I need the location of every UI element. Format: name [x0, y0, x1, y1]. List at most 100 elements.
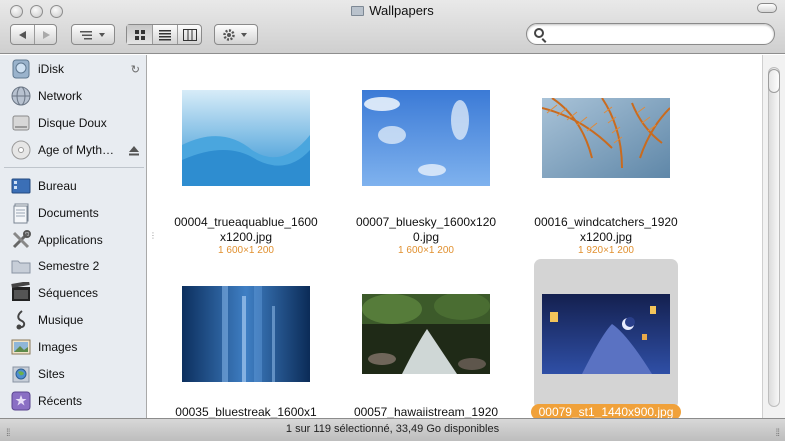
back-button[interactable] — [11, 25, 34, 44]
sidebar-item-label: Images — [38, 340, 78, 354]
splitter-grip-icon: ⋮ — [149, 231, 157, 240]
music-icon — [16, 310, 26, 330]
folder-icon — [11, 260, 31, 274]
file-name-line: x1200.jpg — [579, 230, 633, 244]
vertical-scrollbar[interactable] — [762, 55, 785, 418]
sync-icon[interactable]: ↻ — [131, 63, 140, 76]
toolbar-toggle-button[interactable] — [757, 3, 777, 13]
thumbnail-frame — [341, 259, 511, 409]
file-name: 00007_bluesky_1600x120 0.jpg — [341, 215, 511, 245]
sidebar-item-label: Musique — [38, 313, 84, 327]
idisk-icon — [12, 59, 30, 79]
arrange-lines-icon — [80, 30, 105, 39]
movies-icon — [11, 282, 30, 301]
status-bar: ⁞⁞ 1 sur 119 sélectionné, 33,49 Go dispo… — [0, 418, 785, 441]
search-icon — [534, 28, 544, 38]
file-icon-grid: 00004_trueaquablue_1600 x1200.jpg 1 600×… — [157, 55, 762, 418]
sidebar-item-label: Semestre 2 — [38, 259, 100, 273]
sidebar-item-documents[interactable]: Documents — [0, 201, 146, 225]
window-titlebar: Wallpapers — [0, 0, 785, 54]
column-view-icon — [182, 28, 197, 41]
file-name: 00016_windcatchers_1920 x1200.jpg — [521, 215, 691, 245]
search-field[interactable] — [526, 23, 775, 45]
forward-button[interactable] — [34, 25, 56, 44]
forward-arrow-icon — [42, 30, 50, 39]
gear-icon — [223, 28, 247, 41]
sidebar-item-sequences[interactable]: Séquences — [0, 281, 146, 305]
sidebar-splitter[interactable]: ⋮ — [147, 55, 157, 418]
sidebar-item-label: Disque Doux — [38, 116, 107, 130]
sidebar-divider — [4, 167, 144, 168]
window-title: Wallpapers — [369, 3, 434, 18]
file-name-line: x1200.jpg — [219, 230, 273, 244]
arrange-button[interactable] — [71, 24, 115, 45]
file-name: 00004_trueaquablue_1600 x1200.jpg — [161, 215, 331, 245]
sidebar-item-label: Bureau — [38, 179, 77, 193]
sidebar-item-recents[interactable]: Récents — [0, 389, 146, 413]
pictures-icon — [11, 339, 31, 355]
sidebar-item-idisk[interactable]: iDisk ↻ — [0, 57, 146, 81]
sidebar-item-label: Séquences — [38, 286, 99, 300]
wallpaper-thumbnail — [182, 286, 310, 382]
sidebar-item-disque-doux[interactable]: Disque Doux — [0, 111, 146, 135]
desktop-icon — [11, 178, 31, 194]
view-mode-control — [126, 24, 202, 45]
sidebar-item-network[interactable]: Network — [0, 84, 146, 108]
sites-icon — [12, 366, 30, 383]
cd-disc-icon — [11, 140, 31, 160]
list-view-button[interactable] — [152, 25, 177, 44]
image-dimensions: 1 920×1 200 — [578, 245, 634, 256]
sidebar-item-bureau[interactable]: Bureau — [0, 174, 146, 198]
sidebar-item-sites[interactable]: Sites — [0, 362, 146, 386]
sidebar-item-label: Network — [38, 89, 83, 103]
file-name: 00035_bluestreak_1600x1 — [161, 405, 331, 418]
file-name-line: 00035_bluestreak_1600x1 — [175, 405, 317, 418]
list-view-icon — [159, 29, 171, 40]
sidebar: iDisk ↻ Network Disque Doux Age of Myth… — [0, 55, 147, 418]
sidebar-item-label: Age of Myth… — [38, 143, 115, 157]
applications-icon — [12, 230, 31, 249]
sidebar-item-label: Sites — [38, 367, 65, 381]
scroll-track[interactable] — [768, 67, 780, 407]
file-name-line: 00057_hawaiistream_1920 — [353, 405, 499, 418]
thumbnail-frame — [161, 63, 331, 213]
sidebar-item-label: Documents — [38, 206, 99, 220]
recents-icon — [11, 391, 31, 411]
back-arrow-icon — [18, 30, 26, 39]
back-forward-control — [10, 24, 57, 45]
icon-view-button[interactable] — [127, 25, 152, 44]
window-title-area: Wallpapers — [0, 3, 785, 18]
sidebar-item-applications[interactable]: Applications — [0, 228, 146, 252]
wallpaper-thumbnail — [362, 294, 490, 374]
icon-view-icon — [134, 29, 145, 40]
wallpaper-thumbnail — [542, 294, 670, 374]
network-globe-icon — [11, 86, 31, 106]
hard-disk-icon — [12, 115, 30, 131]
file-name-line: 00007_bluesky_1600x120 — [355, 215, 497, 229]
window-resize-grip-icon[interactable]: ⁞⁞ — [775, 424, 779, 441]
wallpaper-thumbnail — [542, 98, 670, 178]
image-dimensions: 1 600×1 200 — [218, 245, 274, 256]
column-view-button[interactable] — [177, 25, 201, 44]
file-name-label-selected: 00079_st1_1440x900.jpg — [530, 404, 682, 418]
eject-icon[interactable] — [128, 145, 140, 156]
sidebar-item-images[interactable]: Images — [0, 335, 146, 359]
documents-icon — [13, 203, 29, 224]
action-button[interactable] — [214, 24, 258, 45]
image-dimensions: 1 600×1 200 — [398, 245, 454, 256]
file-name: 00079_st1_1440x900.jpg — [521, 404, 691, 418]
file-name: 00057_hawaiistream_1920 — [341, 405, 511, 418]
file-name-line: 0.jpg — [412, 230, 440, 244]
resize-grip-icon: ⁞⁞ — [6, 428, 10, 439]
file-name-line: 00016_windcatchers_1920 — [534, 215, 678, 229]
thumbnail-frame — [534, 259, 678, 409]
sidebar-item-label: iDisk — [38, 62, 64, 76]
file-name-line: 00004_trueaquablue_1600 — [174, 215, 318, 229]
sidebar-item-semestre-2[interactable]: Semestre 2 — [0, 254, 146, 278]
scroll-thumb[interactable] — [768, 69, 780, 93]
status-text: 1 sur 119 sélectionné, 33,49 Go disponib… — [285, 423, 500, 435]
thumbnail-frame — [161, 259, 331, 409]
sidebar-item-musique[interactable]: Musique — [0, 308, 146, 332]
sidebar-item-label: Récents — [38, 394, 83, 408]
sidebar-item-age-of-myth[interactable]: Age of Myth… — [0, 138, 146, 162]
